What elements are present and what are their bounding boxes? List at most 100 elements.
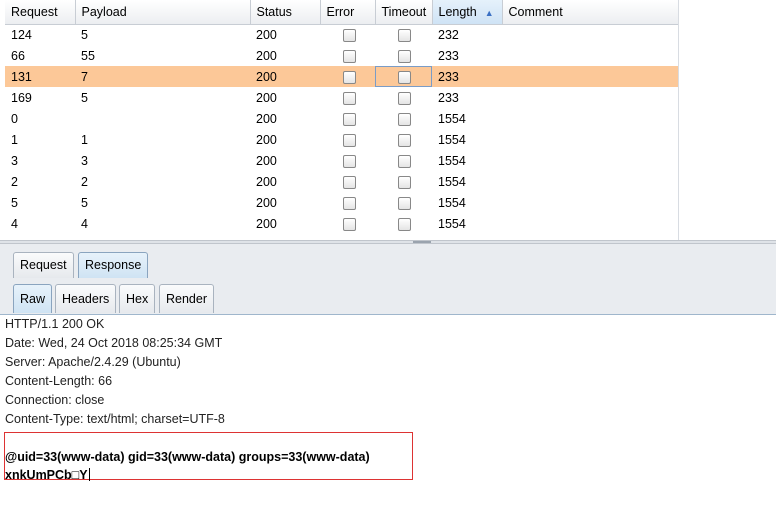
cell-request: 124: [11, 27, 32, 42]
response-raw-editor[interactable]: HTTP/1.1 200 OK Date: Wed, 24 Oct 2018 0…: [0, 315, 776, 522]
table-header-row: Request Payload Status Error Timeout Len…: [5, 0, 679, 25]
error-checkbox[interactable]: [343, 196, 356, 210]
timeout-checkbox[interactable]: [398, 91, 411, 105]
error-cell: [320, 108, 375, 129]
timeout-cell: [375, 66, 432, 87]
error-cell: [320, 171, 375, 192]
column-header-label: Length: [438, 4, 477, 19]
tab-raw[interactable]: Raw: [13, 284, 53, 313]
error-checkbox[interactable]: [343, 154, 356, 168]
error-cell: [320, 24, 375, 45]
table-row[interactable]: 3 3 200 1554: [5, 150, 678, 171]
column-header-status[interactable]: Status: [250, 0, 321, 25]
error-cell: [320, 150, 375, 171]
error-cell: [320, 192, 375, 213]
column-header-request[interactable]: Request: [5, 0, 76, 25]
view-tab-bar: Raw Headers Hex Render: [0, 280, 776, 315]
timeout-cell: [375, 192, 432, 213]
timeout-checkbox[interactable]: [398, 217, 411, 231]
table-row[interactable]: 66 55 200 233: [5, 45, 678, 66]
table-row[interactable]: 169 5 200 233: [5, 87, 678, 108]
cell-status: 200: [256, 216, 277, 231]
table-row[interactable]: 124 5 200 232: [5, 24, 678, 45]
table-row[interactable]: 4 4 200 1554: [5, 213, 678, 234]
tab-hex[interactable]: Hex: [119, 284, 156, 313]
timeout-checkbox[interactable]: [398, 49, 411, 63]
timeout-cell: [375, 213, 432, 234]
column-header-comment[interactable]: Comment: [502, 0, 679, 25]
cell-length: 1554: [438, 216, 466, 231]
cell-request: 169: [11, 90, 32, 105]
table-row[interactable]: 131 7 200 233: [5, 66, 678, 87]
table-row[interactable]: 5 5 200 1554: [5, 192, 678, 213]
error-checkbox[interactable]: [343, 49, 356, 63]
column-header-label: Timeout: [381, 4, 427, 19]
timeout-checkbox[interactable]: [398, 28, 411, 42]
cell-request: 5: [11, 195, 18, 210]
error-checkbox[interactable]: [343, 70, 356, 84]
message-tab-bar: Request Response: [0, 244, 776, 280]
column-header-label: Request: [11, 4, 58, 19]
tab-response[interactable]: Response: [78, 252, 149, 278]
tab-request[interactable]: Request: [13, 252, 74, 278]
cell-payload: 3: [81, 153, 88, 168]
table-row[interactable]: 1 1 200 1554: [5, 129, 678, 150]
timeout-cell: [375, 87, 432, 108]
cell-payload: 5: [81, 195, 88, 210]
column-header-error[interactable]: Error: [320, 0, 376, 25]
cell-status: 200: [256, 195, 277, 210]
error-checkbox[interactable]: [343, 28, 356, 42]
cell-request: 1: [11, 132, 18, 147]
column-header-length[interactable]: Length ▲: [432, 0, 503, 25]
cell-length: 1554: [438, 132, 466, 147]
timeout-checkbox[interactable]: [398, 154, 411, 168]
cell-request: 66: [11, 48, 25, 63]
error-checkbox[interactable]: [343, 133, 356, 147]
sort-ascending-icon: ▲: [484, 7, 494, 18]
timeout-checkbox[interactable]: [398, 70, 411, 84]
response-body-line-2: xnkUmPCb□Y: [5, 468, 90, 482]
column-header-timeout[interactable]: Timeout: [375, 0, 433, 25]
tab-headers[interactable]: Headers: [55, 284, 117, 313]
response-body-text: xnkUmPCb□Y: [5, 468, 88, 482]
timeout-checkbox[interactable]: [398, 133, 411, 147]
cell-payload: 5: [81, 90, 88, 105]
table-row[interactable]: 2 2 200 1554: [5, 171, 678, 192]
cell-comment: [502, 24, 678, 45]
timeout-checkbox[interactable]: [398, 175, 411, 189]
error-checkbox[interactable]: [343, 112, 356, 126]
timeout-checkbox[interactable]: [398, 196, 411, 210]
cell-status: 200: [256, 132, 277, 147]
error-checkbox[interactable]: [343, 217, 356, 231]
splitter-grip-icon[interactable]: [413, 241, 431, 243]
results-table-panel: Request Payload Status Error Timeout Len…: [0, 0, 776, 240]
cell-request: 131: [5, 66, 75, 87]
error-checkbox[interactable]: [343, 91, 356, 105]
timeout-cell: [375, 150, 432, 171]
column-header-payload[interactable]: Payload: [75, 0, 251, 25]
tab-label: Raw: [20, 292, 46, 306]
cell-comment: [502, 45, 678, 66]
cell-length: 1554: [438, 111, 466, 126]
error-checkbox[interactable]: [343, 175, 356, 189]
response-header-content-type: Content-Type: text/html; charset=UTF-8: [5, 412, 225, 426]
cell-payload: 2: [81, 174, 88, 189]
column-header-label: Payload: [81, 4, 127, 19]
cell-status: 200: [250, 66, 320, 87]
timeout-cell: [375, 171, 432, 192]
tab-label: Hex: [126, 292, 149, 306]
timeout-checkbox[interactable]: [398, 112, 411, 126]
cell-length: 1554: [438, 153, 466, 168]
tab-render[interactable]: Render: [159, 284, 214, 313]
error-cell: [320, 45, 375, 66]
tab-label: Headers: [62, 292, 110, 306]
response-header-content-length: Content-Length: 66: [5, 374, 113, 388]
column-header-label: Status: [256, 4, 292, 19]
timeout-cell: [375, 108, 432, 129]
cell-payload: 1: [81, 132, 88, 147]
response-header-server: Server: Apache/2.4.29 (Ubuntu): [5, 355, 181, 369]
response-header-date: Date: Wed, 24 Oct 2018 08:25:34 GMT: [5, 336, 223, 350]
cell-comment: [502, 129, 678, 150]
cell-length: 233: [438, 48, 459, 63]
table-row[interactable]: 0 200 1554: [5, 108, 678, 129]
